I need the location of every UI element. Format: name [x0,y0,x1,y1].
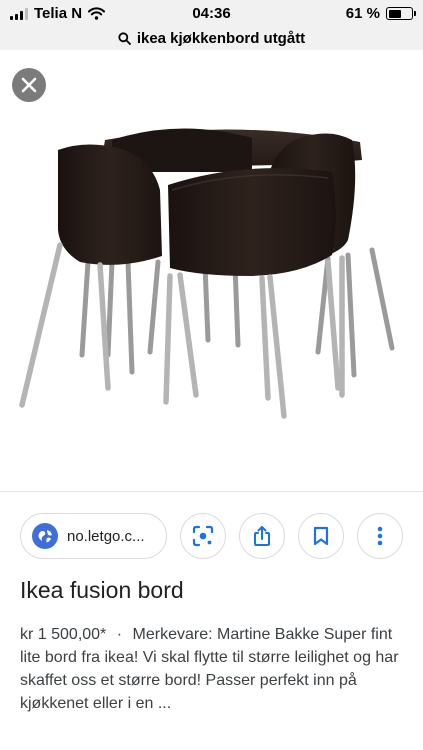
action-row: no.letgo.c... [20,513,403,559]
close-button[interactable] [12,68,46,102]
more-vert-icon [377,526,383,546]
close-icon [21,77,37,93]
price: kr 1 500,00* [20,626,107,643]
lens-icon [192,525,214,547]
status-bar: Telia N 04:36 61 % [0,0,423,26]
battery-level-fill [388,9,402,18]
source-domain: no.letgo.c... [67,527,145,545]
status-right: 61 % [345,5,416,22]
result-description: kr 1 500,00* · Merkevare: Martine Bakke … [20,623,405,715]
product-image [19,128,395,419]
brand: Merkevare: Martine Bakke [132,626,320,643]
search-query[interactable]: ikea kjøkkenbord utgått [137,30,305,47]
image-preview[interactable] [0,50,423,482]
globe-icon [32,523,58,549]
divider [0,491,423,492]
source-link-chip[interactable]: no.letgo.c... [20,513,167,559]
bookmark-icon [313,526,329,546]
url-bar[interactable]: ikea kjøkkenbord utgått [0,26,423,50]
more-options-button[interactable] [357,513,403,559]
result-title[interactable]: Ikea fusion bord [20,577,184,604]
bookmark-button[interactable] [298,513,344,559]
separator-dot: · [116,626,123,643]
battery-icon [386,7,416,20]
battery-percent: 61 % [345,5,380,22]
share-icon [254,526,270,546]
search-icon [118,31,131,45]
lens-button[interactable] [180,513,226,559]
share-button[interactable] [239,513,285,559]
